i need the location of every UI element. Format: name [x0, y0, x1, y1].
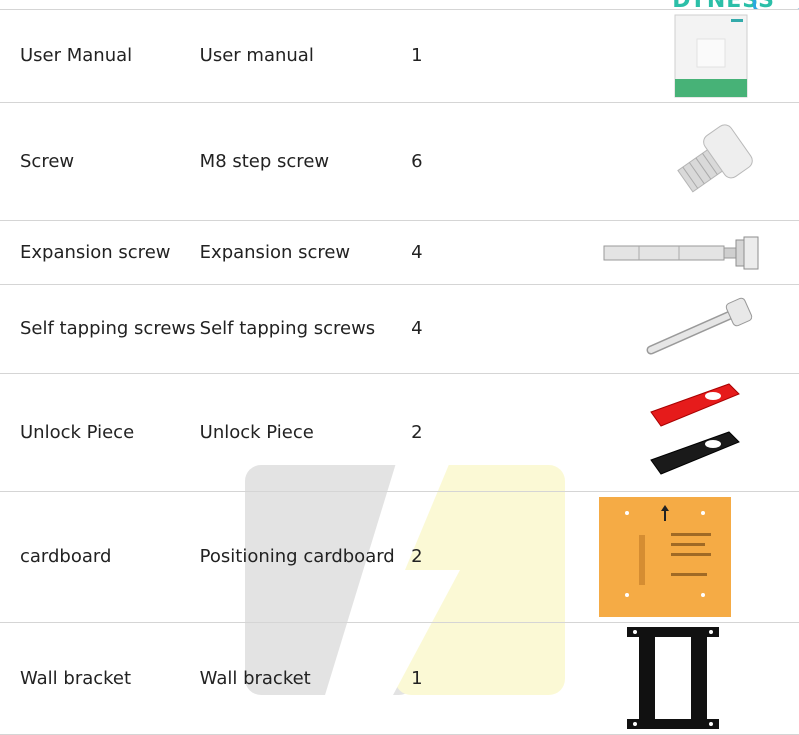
table-row: Unlock Piece Unlock Piece 2	[0, 373, 799, 492]
item-description: M8 step screw	[199, 150, 330, 172]
item-name: Screw	[20, 150, 75, 172]
item-name: Self tapping screws	[20, 318, 196, 339]
item-name: Expansion screw	[20, 241, 171, 263]
user-manual-booklet-icon	[674, 14, 748, 98]
wall-bracket-icon	[627, 626, 719, 729]
table-row: Self tapping screws Self tapping screws …	[0, 284, 799, 374]
item-quantity: 1	[411, 45, 423, 66]
item-description: Wall bracket	[199, 667, 311, 689]
self-tapping-screw-icon	[646, 297, 753, 355]
item-quantity: 1	[411, 667, 423, 689]
item-quantity: 2	[411, 421, 423, 443]
table-row: User Manual User manual 1	[0, 9, 799, 103]
item-quantity: 4	[411, 241, 423, 263]
item-name: Unlock Piece	[20, 421, 135, 443]
unlock-piece-icon	[650, 383, 740, 475]
item-name: cardboard	[20, 546, 112, 567]
item-description: Self tapping screws	[199, 318, 376, 339]
item-description: User manual	[199, 45, 314, 66]
item-name: Wall bracket	[20, 667, 132, 689]
table-row: Wall bracket Wall bracket 1	[0, 622, 799, 735]
expansion-screw-icon	[603, 236, 759, 269]
item-name: User Manual	[20, 45, 133, 66]
item-description: Expansion screw	[199, 241, 351, 263]
item-quantity: 4	[411, 318, 423, 339]
table-row: cardboard Positioning cardboard 2	[0, 491, 799, 623]
step-screw-icon	[677, 123, 753, 193]
item-description: Unlock Piece	[199, 421, 314, 443]
table-row: Screw M8 step screw 6	[0, 102, 799, 221]
item-quantity: 6	[411, 150, 423, 172]
item-quantity: 2	[411, 546, 423, 567]
accessories-table: User Manual User manual 1 Screw M8 step …	[0, 9, 799, 735]
table-row: Expansion screw Expansion screw 4	[0, 220, 799, 285]
positioning-cardboard-icon	[599, 497, 731, 617]
item-description: Positioning cardboard	[199, 546, 395, 567]
